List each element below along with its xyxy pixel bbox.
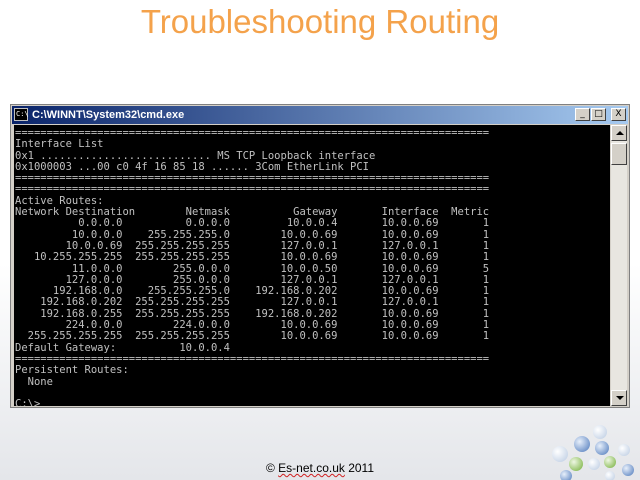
window-titlebar[interactable]: C:\ C:\WINNT\System32\cmd.exe _ □ X — [12, 106, 628, 124]
bubbles-logo-icon — [552, 425, 634, 480]
slide-footer: © Es-net.co.uk 2011 — [0, 461, 640, 475]
scroll-thumb[interactable] — [611, 143, 627, 165]
minimize-button[interactable]: _ — [575, 108, 590, 121]
cmd-app-icon[interactable]: C:\ — [14, 108, 29, 121]
close-button[interactable]: X — [611, 108, 626, 121]
scroll-down-button[interactable] — [611, 390, 627, 406]
vertical-scrollbar[interactable] — [611, 125, 627, 406]
slide-title: Troubleshooting Routing — [140, 3, 500, 40]
console-area[interactable]: ========================================… — [14, 125, 610, 406]
scroll-up-button[interactable] — [611, 125, 627, 141]
footer-prefix: © — [265, 461, 279, 475]
cmd-window: C:\ C:\WINNT\System32\cmd.exe _ □ X ====… — [10, 104, 630, 408]
console-output: ========================================… — [15, 127, 490, 406]
footer-brand: Es-net.co.uk — [278, 461, 345, 475]
footer-suffix: 2011 — [344, 461, 375, 475]
maximize-button[interactable]: □ — [591, 108, 606, 121]
window-title: C:\WINNT\System32\cmd.exe — [32, 109, 185, 121]
